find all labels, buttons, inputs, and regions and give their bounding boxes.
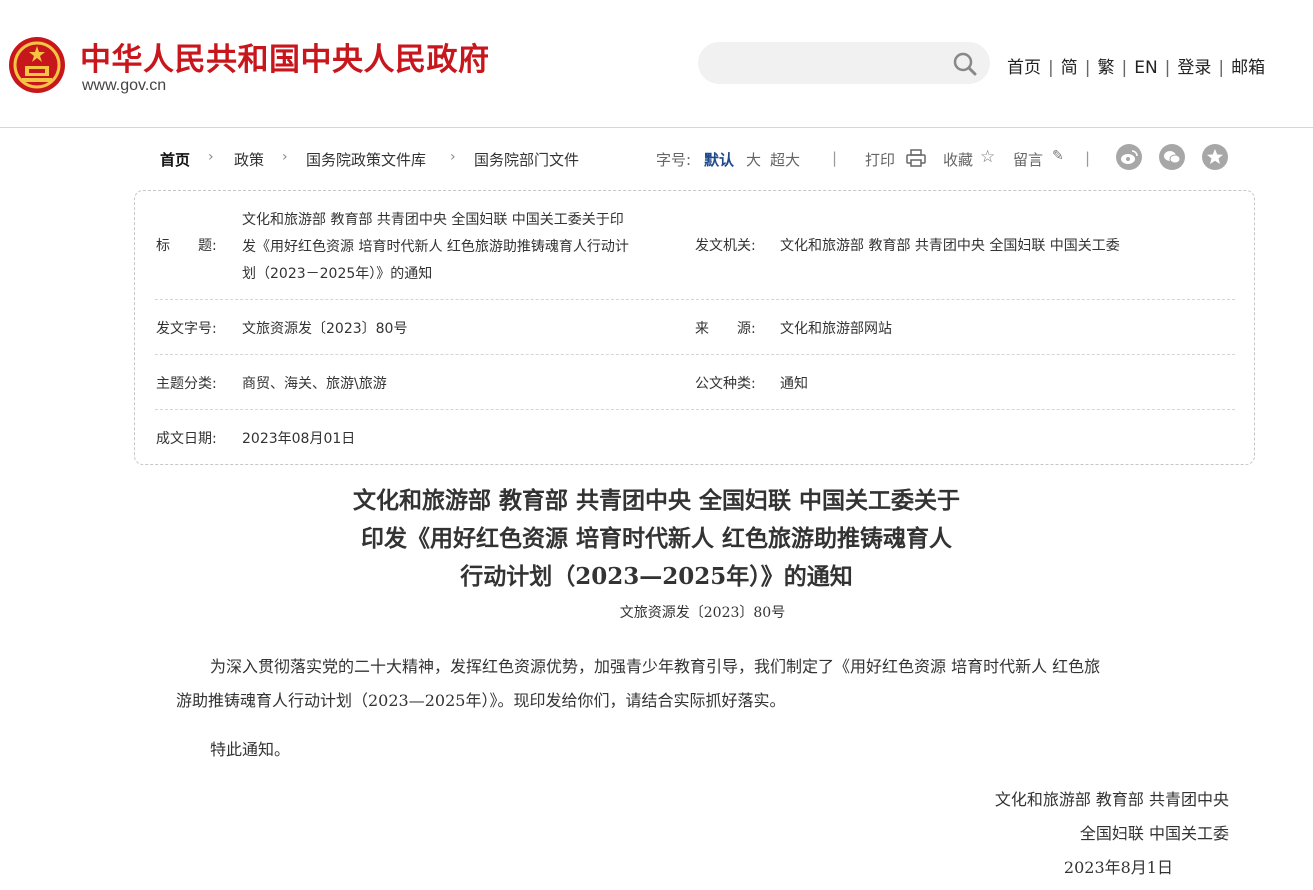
article-title: 文化和旅游部 教育部 共青团中央 全国妇联 中国关工委关于 印发《用好红色资源 … <box>0 482 1313 596</box>
star-icon[interactable]: ☆ <box>980 147 995 167</box>
link-separator: | <box>1218 58 1225 78</box>
font-size-xlarge[interactable]: 超大 <box>770 149 800 170</box>
signature-date: 2023年8月1日 <box>1063 858 1173 877</box>
article-notice: 特此通知。 <box>210 740 291 759</box>
search-input[interactable] <box>714 48 934 78</box>
favorite-button[interactable]: 收藏 <box>943 149 973 170</box>
nav-link-login[interactable]: 登录 <box>1177 58 1211 78</box>
title-line: 文化和旅游部 教育部 共青团中央 全国妇联 中国关工委关于印 <box>242 212 624 228</box>
chevron-right-icon: › <box>282 149 288 165</box>
row-divider <box>155 354 1235 355</box>
issuer-label: 发文机关: <box>695 238 756 254</box>
title-label: 标 题: <box>156 238 217 254</box>
breadcrumb-policy-library[interactable]: 国务院政策文件库 <box>306 149 426 170</box>
paragraph-line: 为深入贯彻落实党的二十大精神，发挥红色资源优势，加强青少年教育引导，我们制定了《… <box>210 657 1101 676</box>
weibo-icon[interactable] <box>1116 144 1142 170</box>
topic-value: 商贸、海关、旅游\旅游 <box>242 376 387 392</box>
article-paragraph: 为深入贯彻落实党的二十大精神，发挥红色资源优势，加强青少年教育引导，我们制定了《… <box>176 650 1226 718</box>
link-separator: | <box>1048 58 1054 78</box>
source-label: 来 源: <box>695 321 756 337</box>
print-button[interactable]: 打印 <box>865 149 895 170</box>
document-title-info: 文化和旅游部 教育部 共青团中央 全国妇联 中国关工委关于印 发《用好红色资源 … <box>242 207 629 288</box>
favorite-star-icon[interactable] <box>1202 144 1228 170</box>
docno-value: 文旅资源发〔2023〕80号 <box>242 321 408 337</box>
national-emblem-icon[interactable] <box>8 36 66 94</box>
chevron-right-icon: › <box>208 149 214 165</box>
type-value: 通知 <box>780 376 808 392</box>
signature-issuers-line2: 全国妇联 中国关工委 <box>1079 824 1229 843</box>
title-line: 划（2023－2025年）》的通知 <box>242 266 433 282</box>
site-url[interactable]: www.gov.cn <box>82 77 166 95</box>
breadcrumb-policy[interactable]: 政策 <box>234 149 264 170</box>
search-icon[interactable] <box>952 51 978 77</box>
breadcrumb-department-docs[interactable]: 国务院部门文件 <box>474 149 579 170</box>
comment-button[interactable]: 留言 <box>1013 149 1043 170</box>
nav-link-simplified[interactable]: 简 <box>1061 58 1078 78</box>
link-separator: | <box>1164 58 1171 78</box>
chevron-right-icon: › <box>450 149 456 165</box>
font-size-large[interactable]: 大 <box>746 149 761 170</box>
tool-divider: | <box>832 149 838 167</box>
wechat-icon[interactable] <box>1159 144 1185 170</box>
pencil-icon[interactable]: ✎ <box>1052 148 1064 164</box>
printer-icon[interactable] <box>906 149 926 167</box>
nav-link-traditional[interactable]: 繁 <box>1097 58 1114 78</box>
row-divider <box>155 299 1235 300</box>
link-separator: | <box>1084 58 1091 78</box>
nav-link-home[interactable]: 首页 <box>1007 58 1041 78</box>
date-value: 2023年08月01日 <box>242 431 356 447</box>
site-name[interactable]: 中华人民共和国中央人民政府 <box>80 34 490 79</box>
title-line: 发《用好红色资源 培育时代新人 红色旅游助推铸魂育人行动计 <box>242 239 629 255</box>
source-value: 文化和旅游部网站 <box>780 321 892 337</box>
row-divider <box>155 409 1235 410</box>
article-doc-number: 文旅资源发〔2023〕80号 <box>619 605 786 621</box>
search-box <box>698 42 990 84</box>
top-links: 首页 | 简 | 繁 | EN | 登录 | 邮箱 <box>1007 53 1265 78</box>
tool-divider: | <box>1085 149 1091 167</box>
article-title-line: 文化和旅游部 教育部 共青团中央 全国妇联 中国关工委关于 <box>352 487 961 514</box>
article-title-line: 印发《用好红色资源 培育时代新人 红色旅游助推铸魂育人 <box>360 525 952 552</box>
nav-link-mail[interactable]: 邮箱 <box>1231 58 1265 78</box>
breadcrumb-home[interactable]: 首页 <box>160 149 190 170</box>
site-header: 中华人民共和国中央人民政府 www.gov.cn 首页 | 简 | 繁 | EN | 登录 | 邮箱 <box>0 0 1313 128</box>
signature-issuers-line1: 文化和旅游部 教育部 共青团中央 <box>994 790 1229 809</box>
issuer-value: 文化和旅游部 教育部 共青团中央 全国妇联 中国关工委 <box>780 238 1120 254</box>
breadcrumb-bar: 首页 › 政策 › 国务院政策文件库 › 国务院部门文件 字号: 默认 大 超大… <box>160 144 1240 171</box>
font-size-label: 字号: <box>656 151 692 169</box>
document-info-box: 标 题: 文化和旅游部 教育部 共青团中央 全国妇联 中国关工委关于印 发《用好… <box>134 190 1255 465</box>
article-title-line: 行动计划（2023—2025年）》的通知 <box>460 563 853 590</box>
topic-label: 主题分类: <box>156 376 217 392</box>
paragraph-line: 游助推铸魂育人行动计划（2023—2025年）》。现印发给你们，请结合实际抓好落… <box>176 691 786 710</box>
date-label: 成文日期: <box>156 431 217 447</box>
docno-label: 发文字号: <box>156 321 217 337</box>
font-size-default[interactable]: 默认 <box>704 149 734 170</box>
type-label: 公文种类: <box>695 376 756 392</box>
nav-link-english[interactable]: EN <box>1134 58 1157 78</box>
link-separator: | <box>1121 58 1128 78</box>
